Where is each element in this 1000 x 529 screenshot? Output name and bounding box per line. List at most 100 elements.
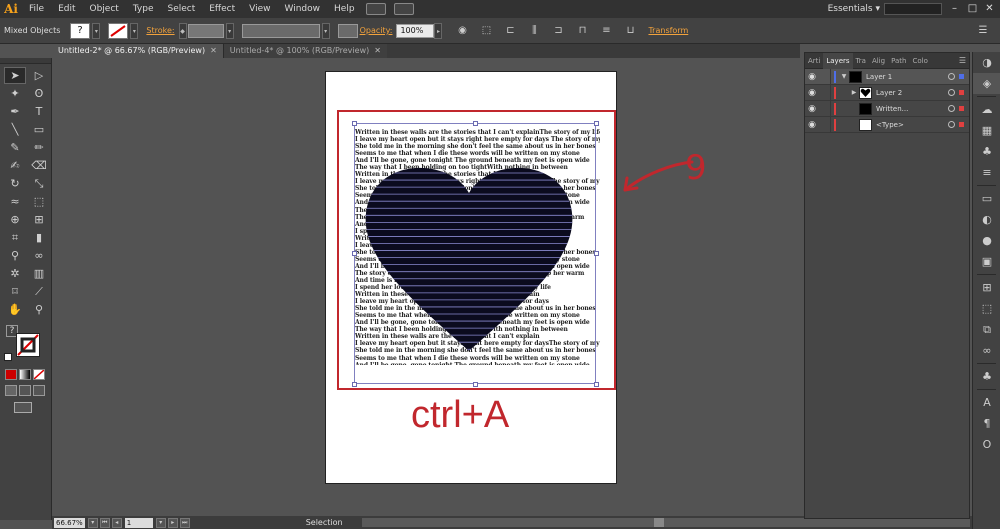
control-panel-menu-icon[interactable]: ☰ [974, 23, 992, 39]
layer-label[interactable]: <Type> [876, 121, 948, 129]
links-icon[interactable]: ∞ [973, 340, 1000, 361]
opacity-label[interactable]: Opacity: [360, 26, 393, 35]
target-icon[interactable] [948, 73, 955, 80]
selection-indicator[interactable] [959, 74, 964, 79]
pen-tool[interactable]: ✒ [4, 103, 26, 120]
chevron-right-icon[interactable]: ▶ [849, 89, 859, 96]
status-mode[interactable]: Selection [306, 518, 343, 527]
pencil-tool[interactable]: ✏ [28, 139, 50, 156]
selection-tool[interactable]: ➤ [4, 67, 26, 84]
tab-transparency[interactable]: Tra [853, 53, 869, 69]
align-bottom-icon[interactable]: ⊔ [621, 23, 639, 39]
horizontal-scrollbar[interactable] [362, 518, 970, 527]
none-mode-button[interactable] [33, 369, 45, 380]
scale-tool[interactable]: ⤡ [28, 175, 50, 192]
lasso-tool[interactable]: ʘ [28, 85, 50, 102]
menu-window[interactable]: Window [278, 0, 328, 18]
selection-indicator[interactable] [959, 90, 964, 95]
stroke-icon[interactable]: ≡ [973, 162, 1000, 183]
stroke-swatch[interactable] [108, 22, 129, 39]
perspective-grid-tool[interactable]: ⊞ [28, 211, 50, 228]
selection-indicator[interactable] [959, 106, 964, 111]
stroke-weight-field[interactable] [187, 23, 224, 38]
menu-edit[interactable]: Edit [51, 0, 82, 18]
lock-toggle[interactable] [819, 84, 831, 101]
scrollbar-thumb[interactable] [654, 518, 664, 527]
draw-inside-button[interactable] [33, 385, 45, 396]
layer-label[interactable]: Layer 1 [866, 73, 948, 81]
lock-toggle[interactable] [819, 100, 831, 117]
zoom-level[interactable]: 66.67% [54, 517, 85, 528]
align-vcenter-icon[interactable]: ≡ [597, 23, 615, 39]
profile-dropdown[interactable]: ▾ [321, 22, 330, 39]
character-icon[interactable]: A [973, 392, 1000, 413]
gradient-icon[interactable]: ▭ [973, 188, 1000, 209]
layer-row-type[interactable]: ◉ <Type> [805, 116, 969, 133]
align-hcenter-icon[interactable]: ⫼ [525, 23, 543, 39]
close-icon[interactable]: ✕ [210, 44, 217, 58]
color-mode-button[interactable] [5, 369, 17, 380]
symbol-sprayer-tool[interactable]: ✲ [4, 265, 26, 282]
menu-view[interactable]: View [242, 0, 277, 18]
maximize-button[interactable]: □ [965, 2, 980, 16]
layer-label[interactable]: Written... [876, 105, 948, 113]
eyedropper-tool[interactable]: ⚲ [4, 247, 26, 264]
handle-top-right[interactable] [594, 121, 599, 126]
handle-bottom[interactable] [473, 382, 478, 387]
lock-toggle[interactable] [819, 68, 831, 85]
arrange-documents-icon[interactable] [393, 3, 414, 15]
handle-left[interactable] [352, 251, 357, 256]
tab-artboards[interactable]: Arti [805, 53, 823, 69]
target-icon[interactable] [948, 121, 955, 128]
menu-effect[interactable]: Effect [202, 0, 242, 18]
tab-layers[interactable]: Layers [823, 52, 853, 69]
eye-icon[interactable]: ◉ [805, 120, 819, 130]
type-tool[interactable]: T [28, 103, 50, 120]
free-transform-tool[interactable]: ⬚ [28, 193, 50, 210]
align-to-icon[interactable]: ⬚ [477, 23, 495, 39]
direct-selection-tool[interactable]: ▷ [28, 67, 50, 84]
handle-top[interactable] [473, 121, 478, 126]
close-button[interactable]: ✕ [982, 2, 997, 16]
tab-color[interactable]: Colo [909, 53, 930, 69]
opacity-field[interactable] [396, 23, 435, 38]
menu-select[interactable]: Select [160, 0, 202, 18]
swatches-icon[interactable]: ▦ [973, 120, 1000, 141]
swap-fill-stroke-icon[interactable] [4, 353, 12, 361]
bridge-icon[interactable] [365, 3, 386, 15]
zoom-tool[interactable]: ⚲ [28, 301, 50, 318]
blend-tool[interactable]: ∞ [28, 247, 50, 264]
zoom-dropdown[interactable]: ▾ [87, 517, 98, 528]
chevron-down-icon[interactable]: ▼ [839, 73, 849, 80]
club-icon[interactable]: ♣ [973, 366, 1000, 387]
graphic-styles-icon[interactable]: ▣ [973, 251, 1000, 272]
first-artboard-button[interactable]: ⏮ [99, 517, 110, 528]
tab-pathfinder[interactable]: Path [888, 53, 909, 69]
next-artboard-button[interactable]: ▸ [167, 517, 178, 528]
screen-mode-button[interactable] [14, 402, 32, 413]
stroke-weight-dropdown[interactable]: ▾ [225, 22, 234, 39]
recolor-artwork-icon[interactable]: ◉ [453, 23, 471, 39]
rotate-tool[interactable]: ↻ [4, 175, 26, 192]
artboard-tool[interactable]: ⌑ [4, 283, 26, 300]
minimize-button[interactable]: – [947, 2, 962, 16]
workspace-switcher[interactable]: Essentials ▾ [828, 0, 880, 18]
transform-link[interactable]: Transform [648, 26, 688, 35]
align-left-icon[interactable]: ⊏ [501, 23, 519, 39]
mesh-tool[interactable]: ⌗ [4, 229, 26, 246]
eye-icon[interactable]: ◉ [805, 104, 819, 114]
symbols-icon[interactable]: ♣ [973, 141, 1000, 162]
artboard-number[interactable]: 1 [124, 517, 153, 528]
variable-width-profile[interactable] [241, 23, 320, 38]
stroke-dropdown[interactable]: ▾ [130, 22, 139, 39]
panel-menu-icon[interactable]: ☰ [959, 56, 966, 65]
layer-row-layer-1[interactable]: ◉ ▼ Layer 1 [805, 68, 969, 85]
layer-row-written[interactable]: ◉ Written... [805, 100, 969, 117]
hand-tool[interactable]: ✋ [4, 301, 26, 318]
transparency-icon[interactable]: ◐ [973, 209, 1000, 230]
column-graph-tool[interactable]: ▥ [28, 265, 50, 282]
lock-toggle[interactable] [819, 116, 831, 133]
draw-behind-button[interactable] [19, 385, 31, 396]
layers-icon[interactable]: ◈ [973, 73, 1000, 94]
selection-indicator[interactable] [959, 122, 964, 127]
